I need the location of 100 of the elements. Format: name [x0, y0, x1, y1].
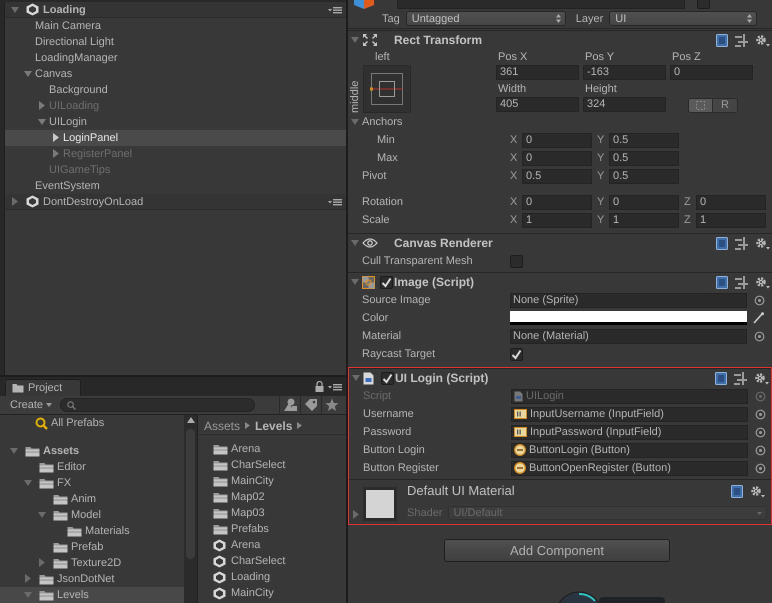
asset-item[interactable]: MainCity: [198, 473, 346, 489]
settings-icon[interactable]: [755, 34, 770, 46]
hierarchy-item[interactable]: LoadingManager: [5, 50, 346, 66]
object-picker-icon[interactable]: [754, 330, 765, 342]
object-field[interactable]: ButtonOpenRegister (Button): [511, 460, 748, 476]
expand-arrow-icon[interactable]: [38, 101, 46, 111]
folder-tree-item[interactable]: Anim: [0, 491, 184, 507]
enable-checkbox[interactable]: [381, 372, 394, 384]
settings-icon[interactable]: [750, 484, 765, 498]
scene-header[interactable]: DontDestroyOnLoad: [5, 194, 346, 210]
number-field[interactable]: 405: [496, 97, 579, 112]
expand-arrow-icon[interactable]: [24, 574, 32, 584]
create-button[interactable]: Create: [10, 397, 52, 413]
asset-item[interactable]: CharSelect: [198, 457, 346, 473]
number-field[interactable]: -163: [583, 65, 666, 80]
menu-icon[interactable]: [328, 198, 342, 206]
color-field[interactable]: [510, 311, 747, 325]
asset-item[interactable]: Prefabs: [198, 521, 346, 537]
favorite-item[interactable]: All Prefabs: [0, 415, 184, 431]
settings-icon[interactable]: [755, 236, 770, 250]
folder-tree-item[interactable]: Prefab: [0, 539, 184, 555]
layer-dropdown[interactable]: UI: [609, 11, 758, 26]
number-field[interactable]: 0.5: [609, 150, 679, 166]
number-field[interactable]: 0: [522, 150, 592, 166]
expand-arrow-icon[interactable]: [24, 69, 32, 79]
hierarchy-item[interactable]: LoginPanel: [5, 130, 346, 146]
filter-by-type-button[interactable]: [279, 396, 300, 414]
folder-tree-item[interactable]: FX: [0, 475, 184, 491]
object-picker-icon[interactable]: [755, 462, 766, 474]
number-field[interactable]: 0.5: [609, 168, 679, 184]
number-field[interactable]: 324: [583, 97, 666, 112]
folder-tree-item[interactable]: Texture2D: [0, 555, 184, 571]
object-field[interactable]: None (Material): [510, 328, 747, 344]
folder-tree-item[interactable]: JsonDotNet: [0, 571, 184, 587]
menu-icon[interactable]: [328, 382, 342, 390]
number-field[interactable]: 0.5: [522, 168, 592, 184]
number-field[interactable]: 361: [496, 65, 579, 80]
folder-tree-item[interactable]: Materials: [0, 523, 184, 539]
object-picker-icon[interactable]: [755, 444, 766, 456]
number-field[interactable]: 1: [609, 212, 679, 228]
scrollbar[interactable]: [184, 415, 197, 603]
hierarchy-item[interactable]: EventSystem: [5, 178, 346, 194]
folder-tree-item[interactable]: Editor: [0, 459, 184, 475]
preset-icon[interactable]: [735, 34, 748, 46]
expand-arrow-icon[interactable]: [24, 478, 32, 488]
checkbox[interactable]: [510, 348, 523, 360]
number-field[interactable]: 0: [670, 65, 753, 80]
help-icon[interactable]: [716, 34, 728, 46]
help-icon[interactable]: [716, 276, 728, 288]
expand-arrow-icon[interactable]: [351, 117, 359, 127]
tag-dropdown[interactable]: Untagged: [406, 11, 566, 26]
enable-checkbox[interactable]: [380, 276, 393, 288]
preset-icon[interactable]: [735, 236, 748, 250]
asset-item[interactable]: MainCity: [198, 585, 346, 601]
object-field[interactable]: ButtonLogin (Button): [511, 442, 748, 458]
object-picker-icon[interactable]: [754, 294, 765, 306]
lock-icon[interactable]: [315, 381, 324, 392]
asset-item[interactable]: Loading: [198, 569, 346, 585]
project-tab[interactable]: Project: [5, 379, 82, 396]
hierarchy-item[interactable]: Directional Light: [5, 34, 346, 50]
expand-arrow-icon[interactable]: [351, 35, 359, 45]
help-icon[interactable]: [716, 236, 728, 250]
object-field[interactable]: InputPassword (InputField): [511, 424, 748, 440]
breadcrumb-link[interactable]: Levels: [255, 418, 292, 434]
breadcrumb-link[interactable]: Assets: [204, 418, 240, 434]
asset-item[interactable]: Map02: [198, 489, 346, 505]
blueprint-mode-button[interactable]: [688, 98, 713, 112]
object-picker-icon[interactable]: [755, 408, 766, 420]
object-picker-icon[interactable]: [755, 390, 766, 402]
folder-tree-item[interactable]: Assets: [0, 443, 184, 459]
expand-arrow-icon[interactable]: [352, 510, 360, 520]
add-component-button[interactable]: Add Component: [444, 539, 670, 562]
raw-edit-button[interactable]: R: [713, 98, 738, 112]
expand-arrow-icon[interactable]: [38, 558, 46, 568]
eyedropper-icon[interactable]: [753, 312, 764, 324]
preset-icon[interactable]: [735, 276, 748, 288]
expand-arrow-icon[interactable]: [52, 133, 60, 143]
asset-item[interactable]: Arena: [198, 441, 346, 457]
expand-arrow-icon[interactable]: [38, 510, 46, 520]
expand-arrow-icon[interactable]: [351, 238, 359, 248]
folder-tree-item[interactable]: Levels: [0, 587, 184, 603]
number-field[interactable]: 0.5: [609, 132, 679, 148]
object-field[interactable]: None (Sprite): [510, 292, 747, 308]
menu-icon[interactable]: [328, 6, 342, 14]
expand-arrow-icon[interactable]: [11, 196, 19, 206]
object-field[interactable]: InputUsername (InputField): [511, 406, 748, 422]
object-picker-icon[interactable]: [755, 426, 766, 438]
anchor-preset-button[interactable]: [363, 65, 411, 113]
expand-arrow-icon[interactable]: [351, 277, 359, 287]
hierarchy-item[interactable]: Canvas: [5, 66, 346, 82]
number-field[interactable]: 0: [522, 194, 592, 210]
number-field[interactable]: 0: [522, 132, 592, 148]
expand-arrow-icon[interactable]: [352, 373, 360, 383]
number-field[interactable]: 0: [609, 194, 679, 210]
hierarchy-item[interactable]: Background: [5, 82, 346, 98]
help-icon[interactable]: [731, 484, 743, 498]
search-field[interactable]: [60, 398, 256, 412]
preset-icon[interactable]: [734, 372, 747, 384]
expand-arrow-icon[interactable]: [52, 149, 60, 159]
number-field[interactable]: 1: [522, 212, 592, 228]
